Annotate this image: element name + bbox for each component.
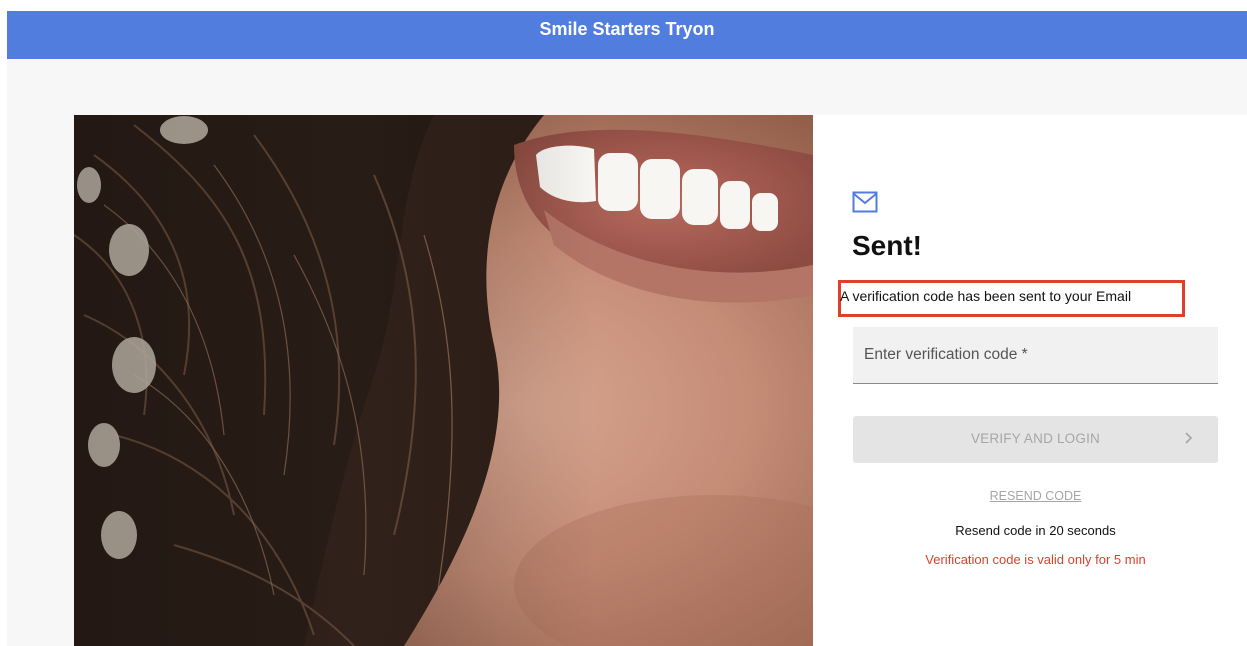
hero-photo — [74, 115, 813, 646]
chevron-right-icon — [1185, 432, 1193, 444]
app-title: Smile Starters Tryon — [539, 18, 715, 39]
hero-image-smiling-woman — [74, 115, 813, 646]
sent-heading: Sent! — [852, 230, 922, 261]
verification-code-input[interactable] — [853, 327, 1218, 384]
resend-code-link[interactable]: RESEND CODE — [853, 489, 1218, 503]
code-validity-note: Verification code is valid only for 5 mi… — [925, 552, 1146, 567]
top-header-bar: Smile Starters Tryon — [7, 11, 1247, 59]
verify-and-login-button[interactable]: VERIFY AND LOGIN — [853, 416, 1218, 463]
verification-sent-message: A verification code has been sent to you… — [840, 288, 1132, 304]
mail-icon — [852, 191, 878, 213]
resend-timer-text: Resend code in 20 seconds — [955, 523, 1116, 538]
verify-button-label: VERIFY AND LOGIN — [971, 431, 1100, 446]
